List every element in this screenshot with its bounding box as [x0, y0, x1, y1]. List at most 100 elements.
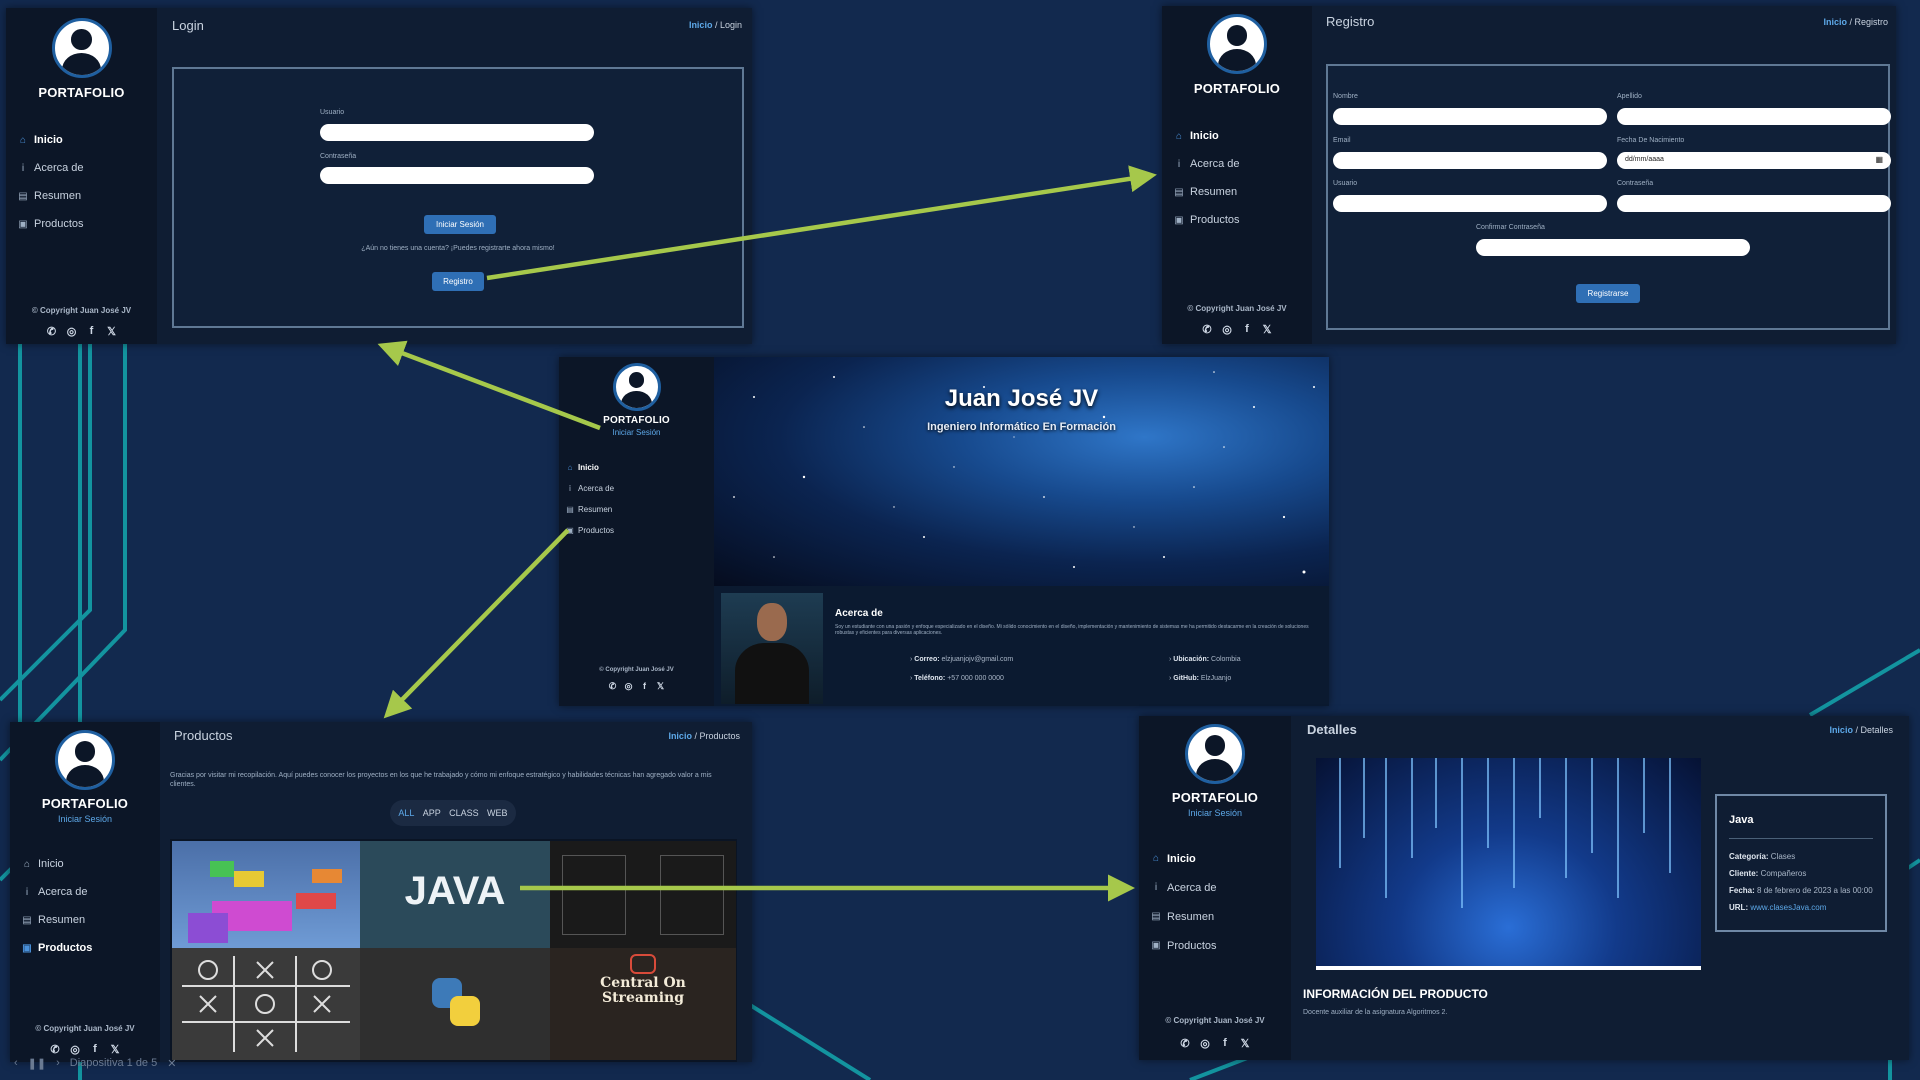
apellido-field[interactable] [1617, 108, 1891, 125]
nav-item-resumen[interactable]: ▤ Resumen [10, 906, 160, 934]
whatsapp-icon[interactable]: ✆ [42, 325, 62, 338]
nombre-field[interactable] [1333, 108, 1607, 125]
breadcrumb-home[interactable]: Inicio [668, 731, 692, 741]
whatsapp-icon[interactable]: ✆ [1175, 1037, 1195, 1050]
apellido-label: Apellido [1617, 93, 1642, 100]
box-icon: ▣ [566, 526, 574, 535]
contact-github: › GitHub: ElzJuanjo [1169, 675, 1232, 682]
python-thumbnail[interactable] [360, 948, 550, 1060]
nav-item-productos[interactable]: ▣ Productos [6, 210, 157, 238]
facebook-icon[interactable]: f [82, 325, 102, 338]
form-mock-right [660, 855, 724, 935]
nav: ⌂ Inicio ⅰ Acerca de ▤ Resumen ▣ Productos [6, 126, 157, 238]
nav-item-acerca[interactable]: ⅰ Acerca de [1162, 150, 1312, 178]
user-field[interactable] [320, 124, 594, 141]
usuario-field[interactable] [1333, 195, 1607, 212]
block-green [210, 861, 234, 877]
nav-item-inicio[interactable]: ⌂ Inicio [1139, 844, 1291, 873]
java-thumbnail[interactable]: JAVA [360, 841, 550, 948]
about-title: Acerca de [835, 608, 883, 619]
contrasena-label: Contraseña [1617, 180, 1654, 187]
breadcrumb-home[interactable]: Inicio [1823, 17, 1847, 27]
instagram-icon[interactable]: ◎ [621, 681, 637, 692]
x-icon[interactable]: 𝕏 [102, 325, 122, 338]
instagram-icon[interactable]: ◎ [1217, 323, 1237, 336]
nav-item-acerca[interactable]: ⅰ Acerca de [10, 878, 160, 906]
registro-screen: PORTAFOLIO ⌂ Inicio ⅰ Acerca de ▤ Resumen ▣… [1162, 6, 1896, 344]
tictactoe-thumbnail[interactable] [172, 948, 360, 1060]
nav-item-inicio[interactable]: ⌂ Inicio [1162, 122, 1312, 150]
nav-item-productos[interactable]: ▣ Productos [559, 520, 714, 541]
x-icon[interactable]: 𝕏 [1257, 323, 1277, 336]
register-hint: ¿Aún no tienes una cuenta? ¡Puedes regis… [361, 245, 555, 252]
home-icon: ⌂ [19, 134, 27, 146]
image-progress-bar [1316, 966, 1701, 970]
instagram-icon[interactable]: ◎ [1195, 1037, 1215, 1050]
home-icon: ⌂ [1152, 853, 1160, 864]
copyright: © Copyright Juan José JV [1165, 1016, 1265, 1025]
product-image [1316, 758, 1701, 970]
home-screen: PORTAFOLIO Iniciar Sesión ⌂ Inicio ⅰ Acerc… [559, 357, 1329, 706]
nav-item-inicio[interactable]: ⌂ Inicio [6, 126, 157, 154]
x-icon[interactable]: 𝕏 [653, 681, 669, 692]
form-mock-left [562, 855, 626, 935]
user-label: Usuario [320, 109, 345, 116]
breadcrumb-home[interactable]: Inicio [689, 20, 713, 30]
nav-item-productos[interactable]: ▣ Productos [1139, 931, 1291, 960]
nav-item-acerca[interactable]: ⅰ Acerca de [559, 478, 714, 499]
product-cliente: Cliente: Compañeros [1729, 869, 1807, 878]
page-title: Detalles [1307, 722, 1357, 737]
facebook-icon[interactable]: f [1237, 323, 1257, 336]
x-icon[interactable]: 𝕏 [1235, 1037, 1255, 1050]
streaming-thumbnail[interactable]: Central On Streaming [550, 948, 736, 1060]
nav-item-acerca[interactable]: ⅰ Acerca de [6, 154, 157, 182]
instagram-icon[interactable]: ◎ [62, 325, 82, 338]
contrasena-field[interactable] [1617, 195, 1891, 212]
brand: PORTAFOLIO [41, 796, 129, 811]
close-icon[interactable]: ✕ [167, 1057, 176, 1070]
nav-item-productos[interactable]: ▣ Productos [1162, 206, 1312, 234]
sidebar: PORTAFOLIO Iniciar Sesión ⌂ Inicio ⅰ Acerc… [1139, 716, 1291, 1060]
nav-item-inicio[interactable]: ⌂ Inicio [559, 457, 714, 478]
registrarse-button[interactable]: Registrarse [1576, 284, 1640, 303]
facebook-icon[interactable]: f [1215, 1037, 1235, 1050]
avatar [612, 363, 661, 411]
register-button[interactable]: Registro [432, 272, 484, 291]
facebook-icon[interactable]: f [637, 681, 653, 692]
nav-item-inicio[interactable]: ⌂ Inicio [10, 850, 160, 878]
whatsapp-icon[interactable]: ✆ [1197, 323, 1217, 336]
info-icon: ⅰ [568, 484, 572, 493]
filter-app[interactable]: APP [423, 808, 441, 818]
filter-all[interactable]: ALL [398, 808, 414, 818]
password-field[interactable] [320, 167, 594, 184]
tetris-thumbnail[interactable] [172, 841, 360, 948]
fecha-label: Fecha De Nacimiento [1617, 137, 1685, 144]
nav-item-resumen[interactable]: ▤ Resumen [559, 499, 714, 520]
breadcrumb: Inicio / Detalles [1829, 725, 1893, 735]
nav-item-acerca[interactable]: ⅰ Acerca de [1139, 873, 1291, 902]
email-field[interactable] [1333, 152, 1607, 169]
filter-class[interactable]: CLASS [449, 808, 479, 818]
login-button[interactable]: Iniciar Sesión [424, 215, 496, 234]
nav-item-resumen[interactable]: ▤ Resumen [6, 182, 157, 210]
fecha-field[interactable]: dd/mm/aaaa ▦ [1617, 152, 1891, 169]
login-link[interactable]: Iniciar Sesión [612, 428, 660, 437]
confirmar-field[interactable] [1476, 239, 1750, 256]
java-text: JAVA [404, 869, 506, 913]
calendar-icon[interactable]: ▦ [1875, 155, 1883, 164]
filter-web[interactable]: WEB [487, 808, 508, 818]
login-link[interactable]: Iniciar Sesión [1188, 808, 1242, 818]
nav-item-resumen[interactable]: ▤ Resumen [1162, 178, 1312, 206]
prev-slide-icon[interactable]: ‹ [14, 1057, 18, 1069]
breadcrumb-home[interactable]: Inicio [1829, 725, 1853, 735]
forms-thumbnail[interactable] [550, 841, 736, 948]
whatsapp-icon[interactable]: ✆ [605, 681, 621, 692]
nav-item-resumen[interactable]: ▤ Resumen [1139, 902, 1291, 931]
product-url-link[interactable]: www.clasesJava.com [1750, 903, 1826, 912]
brand: PORTAFOLIO [1193, 81, 1281, 96]
nav-item-productos[interactable]: ▣ Productos [10, 934, 160, 962]
login-link[interactable]: Iniciar Sesión [58, 814, 112, 824]
pause-icon[interactable]: ❚❚ [28, 1057, 46, 1070]
next-slide-icon[interactable]: › [56, 1057, 60, 1069]
page-title: Productos [174, 728, 233, 743]
